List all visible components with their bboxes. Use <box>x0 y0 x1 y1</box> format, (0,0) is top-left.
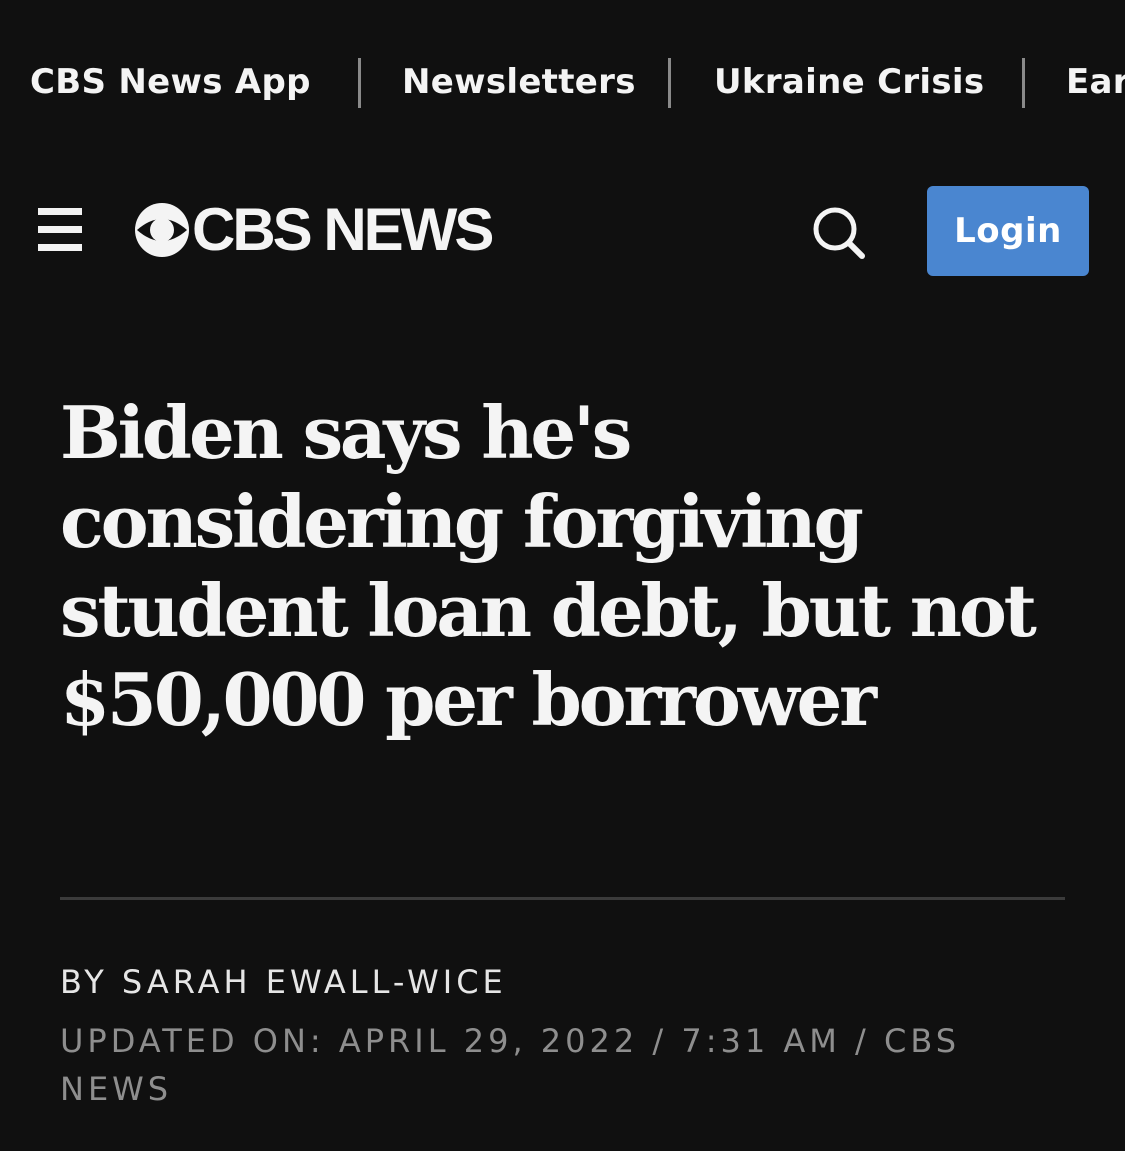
top-link-strip: CBS News App Newsletters Ukraine Crisis … <box>0 0 1125 166</box>
topnav-link-cbs-news-app[interactable]: CBS News App <box>30 58 311 106</box>
topnav-link-newsletters[interactable]: Newsletters <box>402 58 636 106</box>
topnav-link-ukraine-crisis[interactable]: Ukraine Crisis <box>714 58 984 106</box>
article-updated-timestamp: Updated on: April 29, 2022 / 7:31 AM / C… <box>60 1022 961 1108</box>
topnav-link-ear[interactable]: Ear <box>1066 58 1125 106</box>
hamburger-icon[interactable] <box>38 208 82 252</box>
headline-divider <box>60 897 1065 900</box>
site-header: CBS NEWS Login <box>0 166 1125 296</box>
logo-wordmark: CBS NEWS <box>192 196 494 263</box>
article-byline: By Sarah Ewall-Wice <box>60 963 507 1001</box>
article-headline: Biden says he's considering forgiving st… <box>60 390 1037 742</box>
cbs-news-logo[interactable]: CBS NEWS <box>134 196 494 263</box>
cbs-eye-icon <box>135 203 189 257</box>
topnav-separator <box>1022 58 1025 108</box>
topnav-separator <box>358 58 361 108</box>
login-button[interactable]: Login <box>927 186 1089 276</box>
search-icon[interactable] <box>808 202 868 262</box>
topnav-separator <box>668 58 671 108</box>
